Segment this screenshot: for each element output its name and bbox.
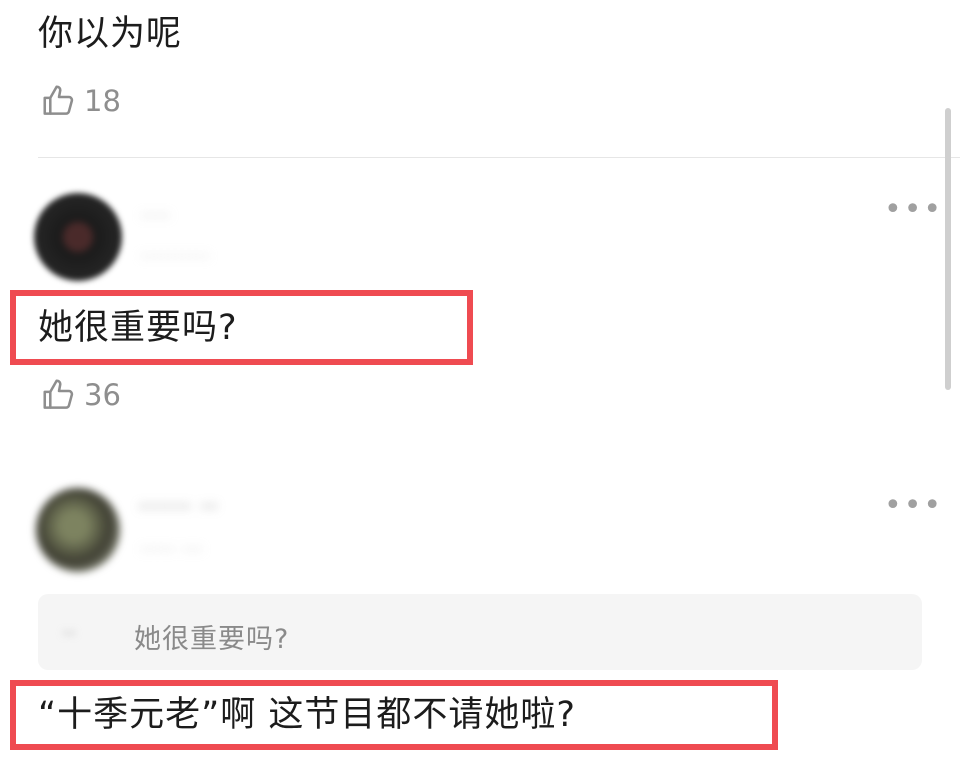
- more-icon[interactable]: •••: [884, 195, 943, 225]
- comment-text: 你以为呢: [38, 14, 183, 54]
- thumbs-up-icon: [43, 85, 74, 115]
- more-icon[interactable]: •••: [884, 491, 943, 521]
- like-count: 36: [84, 378, 121, 412]
- avatar[interactable]: [36, 488, 120, 572]
- highlight-box: [10, 290, 473, 365]
- timestamp: ····· ···: [140, 538, 203, 563]
- like-button[interactable]: 18: [40, 82, 121, 120]
- divider: [38, 157, 960, 158]
- username[interactable]: ····: [140, 202, 171, 230]
- quoted-text: 她很重要吗?: [134, 624, 290, 655]
- username[interactable]: ······ ··: [138, 490, 218, 523]
- quoted-author: ··: [62, 622, 76, 647]
- like-count: 18: [84, 84, 121, 118]
- avatar[interactable]: [34, 193, 122, 281]
- timestamp: ··········: [140, 245, 210, 270]
- like-button[interactable]: 36: [40, 376, 121, 414]
- scrollbar[interactable]: [945, 108, 951, 390]
- highlight-box: [10, 680, 778, 750]
- thumbs-up-icon: [43, 379, 74, 409]
